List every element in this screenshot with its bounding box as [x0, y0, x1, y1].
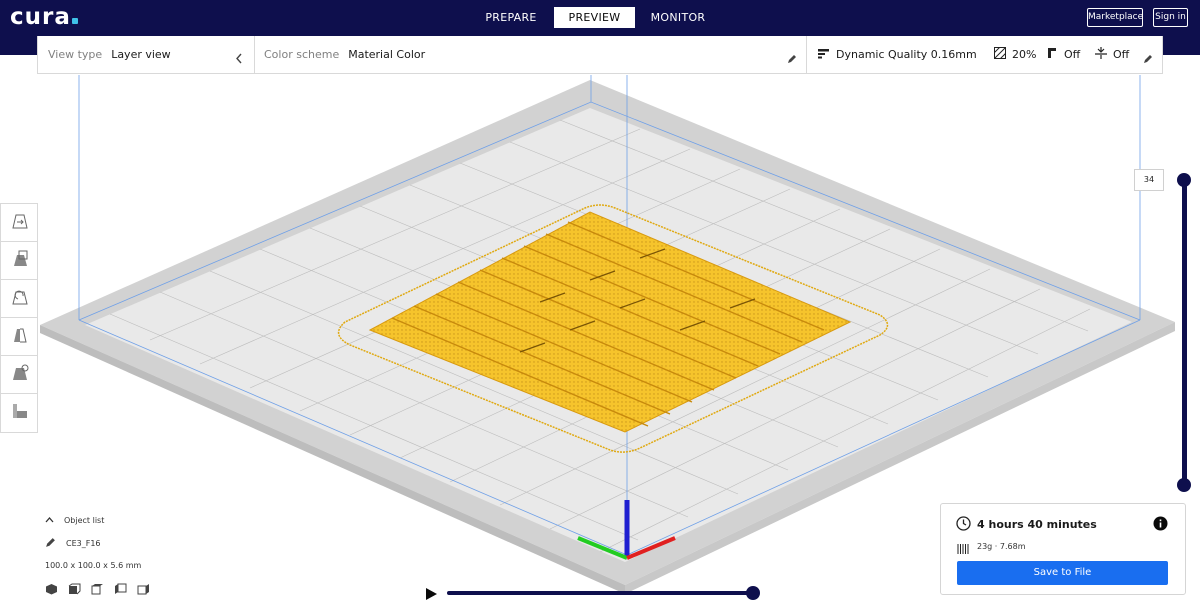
per-model-settings-icon [10, 363, 30, 387]
cura-logo: cura [10, 4, 78, 30]
chevron-up-icon [45, 516, 54, 525]
per-model-settings-tool[interactable] [1, 356, 38, 394]
print-info-panel: 4 hours 40 minutes 23g · 7.68m Save to F… [940, 503, 1186, 595]
info-icon[interactable] [1153, 516, 1168, 535]
camera-view-buttons [45, 583, 150, 597]
pencil-icon[interactable] [45, 537, 56, 550]
tool-panel [0, 203, 38, 433]
view-type-value: Layer view [111, 48, 171, 61]
infill-value: 20% [1012, 48, 1037, 61]
tab-prepare[interactable]: PREPARE [470, 7, 552, 28]
object-list-label: Object list [64, 516, 105, 525]
adhesion-icon [1095, 47, 1107, 62]
spool-icon [957, 540, 971, 559]
profile-icon [818, 48, 829, 62]
support-blocker-tool[interactable] [1, 394, 38, 432]
left-view-icon[interactable] [114, 583, 127, 597]
path-slider-handle[interactable] [746, 586, 760, 600]
scale-icon [10, 249, 30, 273]
adhesion-value: Off [1113, 48, 1130, 61]
front-view-icon[interactable] [68, 583, 81, 597]
clock-icon [956, 516, 971, 535]
chevron-left-icon[interactable] [235, 49, 243, 68]
adhesion-setting[interactable]: Off [1095, 36, 1129, 73]
layer-slider-lower-handle[interactable] [1177, 478, 1191, 492]
support-setting[interactable]: Off [1046, 36, 1080, 73]
stage-tabs: PREPARE PREVIEW MONITOR [470, 7, 719, 28]
print-settings-selector[interactable]: Dynamic Quality 0.16mm [818, 36, 977, 73]
color-scheme-label: Color scheme [264, 48, 340, 61]
layer-slider-upper-handle[interactable] [1177, 173, 1191, 187]
view-settings-bar: View type Layer view Color scheme Materi… [37, 36, 1163, 74]
tab-preview[interactable]: PREVIEW [554, 7, 635, 28]
save-to-file-button[interactable]: Save to File [957, 561, 1168, 585]
color-scheme-selector[interactable]: Color scheme Material Color [264, 36, 425, 73]
view-type-label: View type [48, 48, 103, 61]
tab-monitor[interactable]: MONITOR [637, 7, 719, 28]
color-scheme-value: Material Color [348, 48, 426, 61]
rotate-icon [10, 287, 30, 311]
move-icon [10, 211, 30, 235]
pencil-icon[interactable] [1143, 49, 1153, 68]
support-blocker-icon [10, 401, 30, 425]
object-list-panel: Object list CE3_F16 100.0 x 100.0 x 5.6 … [45, 516, 150, 597]
infill-icon [993, 46, 1007, 62]
profile-value: Dynamic Quality 0.16mm [836, 48, 977, 61]
marketplace-button[interactable]: Marketplace [1087, 8, 1143, 27]
play-icon [424, 586, 438, 605]
top-view-icon[interactable] [91, 583, 104, 597]
object-name: CE3_F16 [66, 539, 101, 548]
rotate-tool[interactable] [1, 280, 38, 318]
material-usage: 23g · 7.68m [977, 542, 1026, 551]
view-type-selector[interactable]: View type Layer view [48, 36, 171, 73]
mirror-tool[interactable] [1, 318, 38, 356]
pencil-icon[interactable] [787, 49, 797, 68]
object-list-toggle[interactable]: Object list [45, 516, 150, 525]
scale-tool[interactable] [1, 242, 38, 280]
object-dimensions: 100.0 x 100.0 x 5.6 mm [45, 561, 142, 570]
print-time: 4 hours 40 minutes [977, 518, 1097, 531]
infill-setting[interactable]: 20% [993, 36, 1037, 73]
play-button[interactable] [424, 586, 438, 600]
path-slider-track[interactable] [447, 591, 752, 595]
support-icon [1046, 47, 1058, 62]
mirror-icon [10, 325, 30, 349]
current-layer-input[interactable]: 34 [1134, 169, 1164, 191]
move-tool[interactable] [1, 204, 38, 242]
layer-slider-track[interactable] [1182, 180, 1187, 485]
right-view-icon[interactable] [137, 583, 150, 597]
support-value: Off [1064, 48, 1081, 61]
3d-view-icon[interactable] [45, 583, 58, 597]
sign-in-button[interactable]: Sign in [1153, 8, 1188, 27]
